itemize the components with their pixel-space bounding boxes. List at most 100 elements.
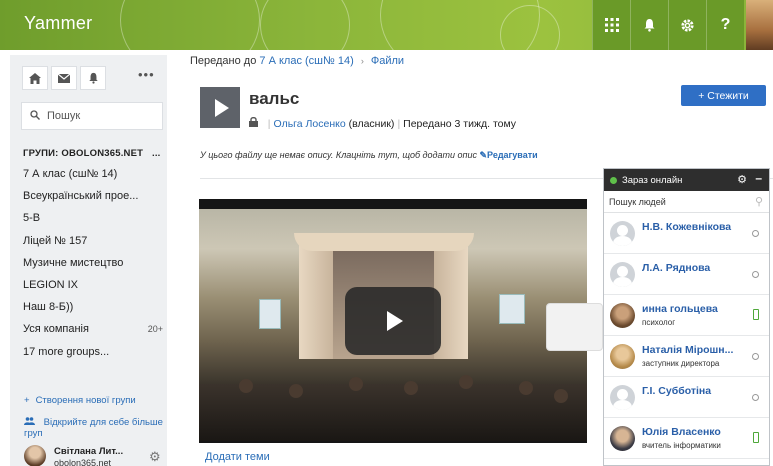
person-name: Л.А. Ряднова bbox=[642, 262, 711, 274]
avatar bbox=[610, 344, 635, 369]
breadcrumb-group-link[interactable]: 7 А клас (сш№ 14) bbox=[259, 55, 353, 67]
online-person[interactable]: Наталія Мірошн... заступник директора bbox=[604, 336, 769, 377]
avatar bbox=[24, 445, 46, 466]
online-person[interactable]: Юлія Власенко вчитель інформатики bbox=[604, 418, 769, 459]
group-label: Всеукраїнський прое... bbox=[23, 190, 139, 203]
plus-icon: + bbox=[24, 395, 30, 406]
group-item[interactable]: Ліцей № 157 bbox=[23, 235, 163, 257]
group-item[interactable]: Уся компанія 20+ bbox=[23, 323, 163, 345]
mobile-status-icon bbox=[753, 432, 759, 443]
top-bar: Yammer ? bbox=[0, 0, 773, 50]
avatar bbox=[610, 262, 635, 287]
offline-status-icon bbox=[752, 394, 759, 401]
people-icon bbox=[24, 417, 38, 428]
user-name: Світлана Лит... bbox=[54, 446, 124, 457]
discover-groups-link[interactable]: Відкрийте для себе більше груп bbox=[24, 417, 164, 439]
avatar bbox=[610, 426, 635, 451]
person-name: Наталія Мірошн... bbox=[642, 344, 734, 356]
person-name: Юлія Власенко bbox=[642, 426, 721, 438]
edit-link[interactable]: ✎Редагувати bbox=[480, 150, 538, 160]
header-swirl-decoration bbox=[500, 5, 560, 50]
groups-heading-label: ГРУПИ: OBOLON365.NET bbox=[23, 148, 144, 159]
person-name: Н.В. Кожевнікова bbox=[642, 221, 732, 233]
video-play-button[interactable] bbox=[345, 287, 441, 355]
pencil-icon: ✎ bbox=[479, 150, 488, 160]
inbox-icon[interactable] bbox=[51, 66, 77, 90]
group-item[interactable]: Музичне мистецтво bbox=[23, 257, 163, 279]
video-player[interactable] bbox=[199, 199, 587, 443]
group-item[interactable]: Наш 8-Б)) bbox=[23, 301, 163, 323]
left-sidebar: ••• Пошук ГРУПИ: OBOLON365.NET ... 7 А к… bbox=[10, 55, 167, 466]
bell-icon[interactable] bbox=[630, 0, 668, 50]
group-item[interactable]: Всеукраїнський прое... bbox=[23, 190, 163, 212]
home-icon[interactable] bbox=[22, 66, 48, 90]
settings-gear-icon[interactable]: ⚙ bbox=[149, 449, 161, 465]
person-name: Г.І. Субботіна bbox=[642, 385, 712, 397]
user-network: obolon365.net bbox=[54, 458, 112, 466]
current-user-card[interactable]: Світлана Лит... obolon365.net ⚙ bbox=[24, 445, 164, 466]
avatar bbox=[610, 303, 635, 328]
people-search-placeholder: Пошук людей bbox=[609, 196, 666, 207]
person-role: вчитель інформатики bbox=[642, 441, 721, 450]
notifications-icon[interactable] bbox=[80, 66, 106, 90]
group-label: 5-В bbox=[23, 212, 41, 225]
online-status-dot bbox=[610, 176, 617, 184]
online-panel-title: Зараз онлайн bbox=[622, 174, 683, 186]
edit-label: Редагувати bbox=[487, 150, 538, 160]
minimize-icon[interactable]: – bbox=[755, 171, 762, 185]
breadcrumb: Передано до 7 А клас (сш№ 14) › Файли bbox=[190, 55, 404, 67]
person-role: психолог bbox=[642, 318, 676, 327]
follow-button[interactable]: + Стежити bbox=[681, 85, 766, 106]
person-role: заступник директора bbox=[642, 359, 720, 368]
search-icon bbox=[30, 109, 40, 123]
online-panel-header[interactable]: Зараз онлайн ⚙ – bbox=[604, 169, 769, 191]
chevron-right-icon: › bbox=[360, 56, 364, 66]
file-description[interactable]: У цього файлу ще немає опису. Клацніть т… bbox=[200, 150, 538, 161]
more-options-icon[interactable]: ••• bbox=[138, 67, 155, 82]
group-item[interactable]: 7 А клас (сш№ 14) bbox=[23, 168, 163, 190]
group-unread-count: 20+ bbox=[147, 324, 163, 335]
people-search-input[interactable]: Пошук людей ⚲ bbox=[604, 191, 769, 213]
online-person[interactable]: Н.В. Кожевнікова bbox=[604, 213, 769, 254]
group-label: LEGION IX bbox=[23, 278, 79, 291]
sidebar-search-input[interactable]: Пошук bbox=[21, 102, 163, 130]
current-user-avatar[interactable] bbox=[746, 0, 773, 50]
discover-groups-label: Відкрийте для себе більше груп bbox=[24, 417, 163, 439]
file-meta: | Ольга Лосенко (власник) | Передано 3 тижд… bbox=[249, 116, 517, 130]
help-button[interactable]: ? bbox=[706, 0, 744, 50]
add-topics-link[interactable]: Додати теми bbox=[205, 451, 270, 463]
gear-icon[interactable] bbox=[668, 0, 706, 50]
online-person[interactable]: инна гольцева психолог bbox=[604, 295, 769, 336]
online-now-panel: Зараз онлайн ⚙ – Пошук людей ⚲ Н.В. Коже… bbox=[603, 168, 770, 466]
online-person[interactable]: Г.І. Субботіна bbox=[604, 377, 769, 418]
offline-status-icon bbox=[752, 271, 759, 278]
online-person[interactable]: Л.А. Ряднова bbox=[604, 254, 769, 295]
mobile-status-icon bbox=[753, 309, 759, 320]
group-label: 7 А клас (сш№ 14) bbox=[23, 168, 118, 180]
lock-icon bbox=[249, 116, 261, 130]
groups-heading[interactable]: ГРУПИ: OBOLON365.NET ... bbox=[23, 148, 161, 159]
person-name: инна гольцева bbox=[642, 303, 718, 315]
video-thumbnail-partial bbox=[546, 303, 603, 351]
video-file-icon bbox=[200, 87, 240, 128]
avatar bbox=[610, 385, 635, 410]
description-text: У цього файлу ще немає опису. Клацніть т… bbox=[200, 150, 477, 160]
header-swirl-decoration bbox=[260, 0, 350, 50]
group-item[interactable]: LEGION IX bbox=[23, 279, 163, 301]
header-swirl-decoration bbox=[120, 0, 260, 50]
group-list: 7 А клас (сш№ 14) Всеукраїнський прое...… bbox=[23, 168, 163, 368]
breadcrumb-files-link[interactable]: Файли bbox=[371, 55, 404, 67]
apps-grid-icon[interactable] bbox=[592, 0, 630, 50]
offline-status-icon bbox=[752, 353, 759, 360]
group-label: Наш 8-Б)) bbox=[23, 301, 74, 314]
owner-link[interactable]: Ольга Лосенко bbox=[274, 118, 346, 130]
search-icon: ⚲ bbox=[754, 196, 763, 208]
gear-icon[interactable]: ⚙ bbox=[737, 173, 747, 186]
create-group-link[interactable]: + Створення нової групи bbox=[24, 395, 136, 406]
yammer-logo[interactable]: Yammer bbox=[24, 13, 92, 34]
more-groups-link[interactable]: 17 more groups... bbox=[23, 346, 163, 368]
shared-time: Передано 3 тижд. тому bbox=[403, 118, 517, 130]
create-group-label: Створення нової групи bbox=[35, 395, 136, 406]
group-label: Музичне мистецтво bbox=[23, 256, 124, 269]
group-item[interactable]: 5-В bbox=[23, 212, 163, 234]
